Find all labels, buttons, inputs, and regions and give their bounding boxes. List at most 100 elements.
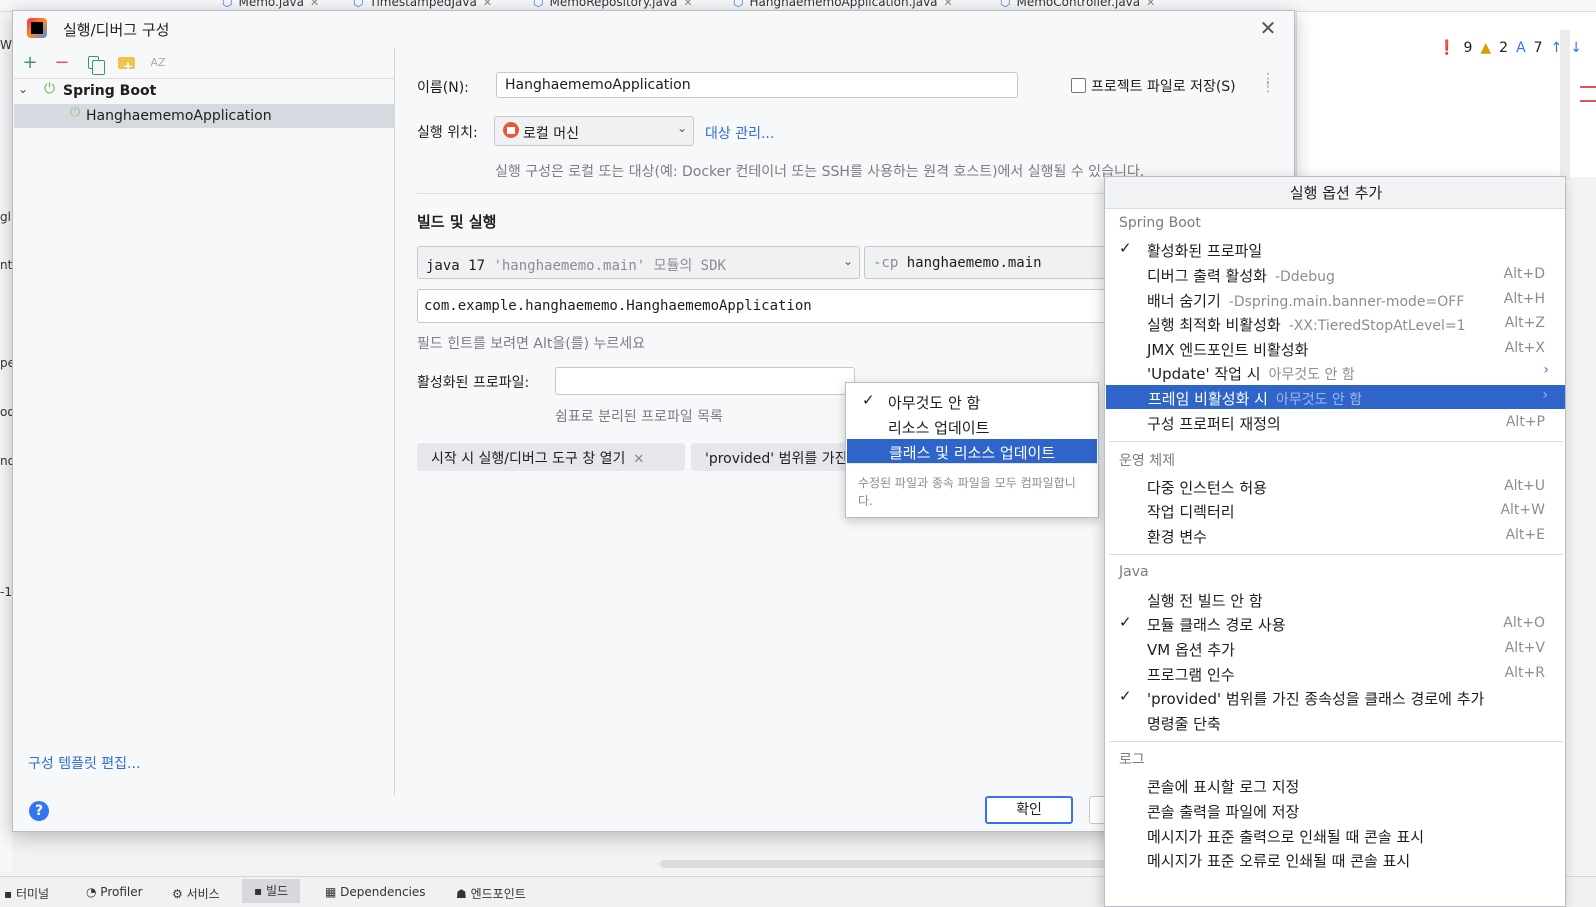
- option-chip-open-run-tool-window[interactable]: 시작 시 실행/디버그 도구 창 열기 ✕: [417, 443, 685, 471]
- dialog-title: 실행/디버그 구성: [63, 21, 170, 39]
- typo-count: 7: [1533, 40, 1543, 56]
- java-class-icon: ⬡: [353, 0, 364, 9]
- close-icon[interactable]: ✕: [944, 0, 953, 9]
- store-as-project-file-label[interactable]: 프로젝트 파일로 저장(S): [1091, 76, 1236, 96]
- close-icon[interactable]: ✕: [310, 0, 319, 9]
- error-stripe-marker[interactable]: [1580, 86, 1596, 88]
- option-on-frame-deactivation[interactable]: 프레임 비활성화 시 아무것도 안 함 ›: [1106, 385, 1565, 409]
- option-hide-banner[interactable]: 배너 숨기기 -Dspring.main.banner-mode=OFF Alt+…: [1105, 287, 1565, 311]
- popup-item-do-nothing[interactable]: ✓ 아무것도 안 함: [846, 389, 1098, 413]
- chevron-down-icon[interactable]: ⌄: [18, 82, 28, 96]
- tree-item-label: HanghaememoApplication: [86, 108, 272, 124]
- close-icon[interactable]: ✕: [633, 452, 644, 467]
- option-environment-variables[interactable]: 환경 변수 Alt+E: [1105, 523, 1565, 547]
- spring-boot-icon: ⏻: [70, 105, 81, 120]
- tree-group-label: Spring Boot: [63, 83, 157, 99]
- code-editor[interactable]: [1296, 12, 1596, 177]
- option-enable-debug-output[interactable]: 디버그 출력 활성화 -Ddebug Alt+D: [1105, 262, 1565, 286]
- close-icon[interactable]: ✕: [1146, 0, 1155, 9]
- tree-group-spring-boot[interactable]: ⌄ ⏻ Spring Boot: [14, 80, 395, 104]
- group-divider: [1109, 554, 1563, 555]
- editor-tab-label: MemoRepository.java: [549, 0, 678, 9]
- error-stripe-marker[interactable]: [1580, 100, 1596, 102]
- main-class-input[interactable]: com.example.hanghaememo.HanghaememoAppli…: [417, 289, 1117, 323]
- popup-item-label: 아무것도 안 함: [888, 394, 981, 412]
- store-as-project-file-checkbox[interactable]: [1071, 78, 1086, 93]
- name-input[interactable]: HanghaememoApplication: [496, 72, 1018, 98]
- code-fragment: W: [0, 38, 12, 52]
- editor-tab-label: HanghaememoApplication.java: [749, 0, 938, 9]
- option-chip-provided-scope[interactable]: 'provided' 범위를 가진: [691, 443, 851, 471]
- new-folder-button[interactable]: [114, 51, 138, 78]
- tool-build[interactable]: ▪ 빌드: [242, 879, 301, 903]
- option-allow-multiple-instances[interactable]: 다중 인스턴스 허용 Alt+U: [1105, 474, 1565, 498]
- add-configuration-button[interactable]: +: [18, 51, 42, 75]
- java-class-icon: ⬡: [733, 0, 744, 9]
- jdk-suffix: 모듈의 SDK: [653, 258, 726, 274]
- jdk-dropdown[interactable]: java 17 'hanghaememo.main' 모듈의 SDK ⌄: [417, 246, 860, 279]
- more-options-icon[interactable]: ⋮ ⋮: [1261, 72, 1275, 94]
- sort-button[interactable]: AZ: [146, 51, 170, 75]
- popup-item-label: 리소스 업데이트: [888, 419, 990, 437]
- ok-button[interactable]: 확인: [985, 796, 1073, 824]
- active-profiles-input[interactable]: [555, 367, 855, 395]
- option-disable-jmx-endpoints[interactable]: JMX 엔드포인트 비활성화 Alt+X: [1105, 336, 1565, 360]
- tool-terminal[interactable]: ▪ 터미널: [4, 885, 49, 902]
- tool-profiler[interactable]: ◔ Profiler: [86, 885, 143, 899]
- option-program-arguments[interactable]: 프로그램 인수 Alt+R: [1105, 661, 1565, 685]
- option-save-console-output-to-file[interactable]: 콘솔 출력을 파일에 저장: [1105, 798, 1565, 822]
- spring-boot-icon: ⏻: [44, 81, 56, 97]
- build-and-run-title: 빌드 및 실행: [417, 213, 497, 231]
- tool-services[interactable]: ⚙ 서비스: [172, 885, 220, 902]
- option-specify-logs-in-console[interactable]: 콘솔에 표시할 로그 지정: [1105, 773, 1565, 797]
- option-working-directory[interactable]: 작업 디렉터리 Alt+W: [1105, 498, 1565, 522]
- error-icon: ❗: [1438, 40, 1456, 56]
- option-do-not-build-before-run[interactable]: 실행 전 빌드 안 함: [1105, 587, 1565, 611]
- edit-templates-link[interactable]: 구성 템플릿 편집...: [28, 753, 140, 773]
- section-divider: [417, 193, 1117, 194]
- inspection-widget[interactable]: ❗ 9 ▲ 2 A7 ↑ ↓: [1438, 38, 1582, 58]
- close-icon[interactable]: ✕: [683, 0, 692, 9]
- remove-configuration-button[interactable]: −: [50, 51, 74, 75]
- run-debug-configurations-dialog: 실행/디버그 구성 ✕ + − AZ ⌄ ⏻ Spring Boot ⏻ Han…: [12, 10, 1295, 832]
- arrow-down-icon[interactable]: ↓: [1570, 40, 1582, 56]
- horizontal-scrollbar[interactable]: [660, 860, 1110, 868]
- popup-item-update-resources[interactable]: 리소스 업데이트: [846, 414, 1098, 438]
- arrow-up-icon[interactable]: ↑: [1551, 40, 1563, 56]
- option-add-vm-options[interactable]: VM 옵션 추가 Alt+V: [1105, 636, 1565, 660]
- active-profiles-label: 활성화된 프로파일:: [417, 375, 530, 391]
- warning-count: 2: [1499, 40, 1509, 56]
- manage-targets-link[interactable]: 대상 관리...: [705, 123, 774, 143]
- code-fragment: nt: [0, 258, 12, 272]
- help-button[interactable]: ?: [29, 801, 49, 821]
- configurations-tree-pane: + − AZ ⌄ ⏻ Spring Boot ⏻ HanghaememoAppl…: [14, 47, 395, 795]
- option-on-update-action[interactable]: 'Update' 작업 시 아무것도 안 함 ›: [1105, 360, 1565, 384]
- close-button[interactable]: ✕: [1255, 15, 1281, 41]
- option-override-configuration-properties[interactable]: 구성 프로퍼티 재정의 Alt+P: [1105, 410, 1565, 434]
- frame-deactivation-popup: ✓ 아무것도 안 함 리소스 업데이트 클래스 및 리소스 업데이트 수정된 파…: [845, 382, 1099, 518]
- tree-item-hanghaememo-application[interactable]: ⏻ HanghaememoApplication: [14, 104, 395, 128]
- checkmark-icon: ✓: [862, 391, 875, 409]
- close-icon[interactable]: ✕: [483, 0, 492, 9]
- option-disable-launch-optimization[interactable]: 실행 최적화 비활성화 -XX:TieredStopAtLevel=1 Alt+Z: [1105, 311, 1565, 335]
- shortcut: Alt+X: [1504, 340, 1545, 356]
- popup-item-update-classes-and-resources[interactable]: 클래스 및 리소스 업데이트: [847, 439, 1097, 463]
- classpath-value: hanghaememo.main: [906, 255, 1042, 271]
- option-add-provided-scope-dependencies[interactable]: ✓ 'provided' 범위를 가진 종속성을 클래스 경로에 추가: [1105, 685, 1565, 709]
- jdk-module: 'hanghaememo.main': [493, 258, 646, 274]
- run-on-dropdown[interactable]: 로컬 머신 ⌄: [494, 116, 694, 146]
- error-count: 9: [1463, 40, 1473, 56]
- popup-description: 수정된 파일과 종속 파일을 모두 컴파일합니다.: [858, 476, 1076, 508]
- tool-dependencies[interactable]: ▦ Dependencies: [325, 885, 426, 899]
- shortcut: Alt+V: [1504, 640, 1545, 656]
- tool-endpoints[interactable]: ☗ 엔드포인트: [456, 885, 526, 902]
- option-use-module-classpath[interactable]: ✓ 모듈 클래스 경로 사용 Alt+O: [1105, 611, 1565, 635]
- option-show-console-on-stdout[interactable]: 메시지가 표준 출력으로 인쇄될 때 콘솔 표시: [1105, 823, 1565, 847]
- classpath-module-dropdown[interactable]: -cp hanghaememo.main: [864, 246, 1109, 279]
- option-active-profiles[interactable]: ✓ 활성화된 프로파일: [1105, 237, 1565, 261]
- option-show-console-on-stderr[interactable]: 메시지가 표준 오류로 인쇄될 때 콘솔 표시: [1105, 847, 1565, 871]
- editor-tab-label: TimestampedJava: [369, 0, 477, 9]
- code-fragment: -1: [0, 585, 12, 599]
- option-shorten-command-line[interactable]: 명령줄 단축: [1105, 710, 1565, 734]
- copy-configuration-button[interactable]: [82, 51, 106, 75]
